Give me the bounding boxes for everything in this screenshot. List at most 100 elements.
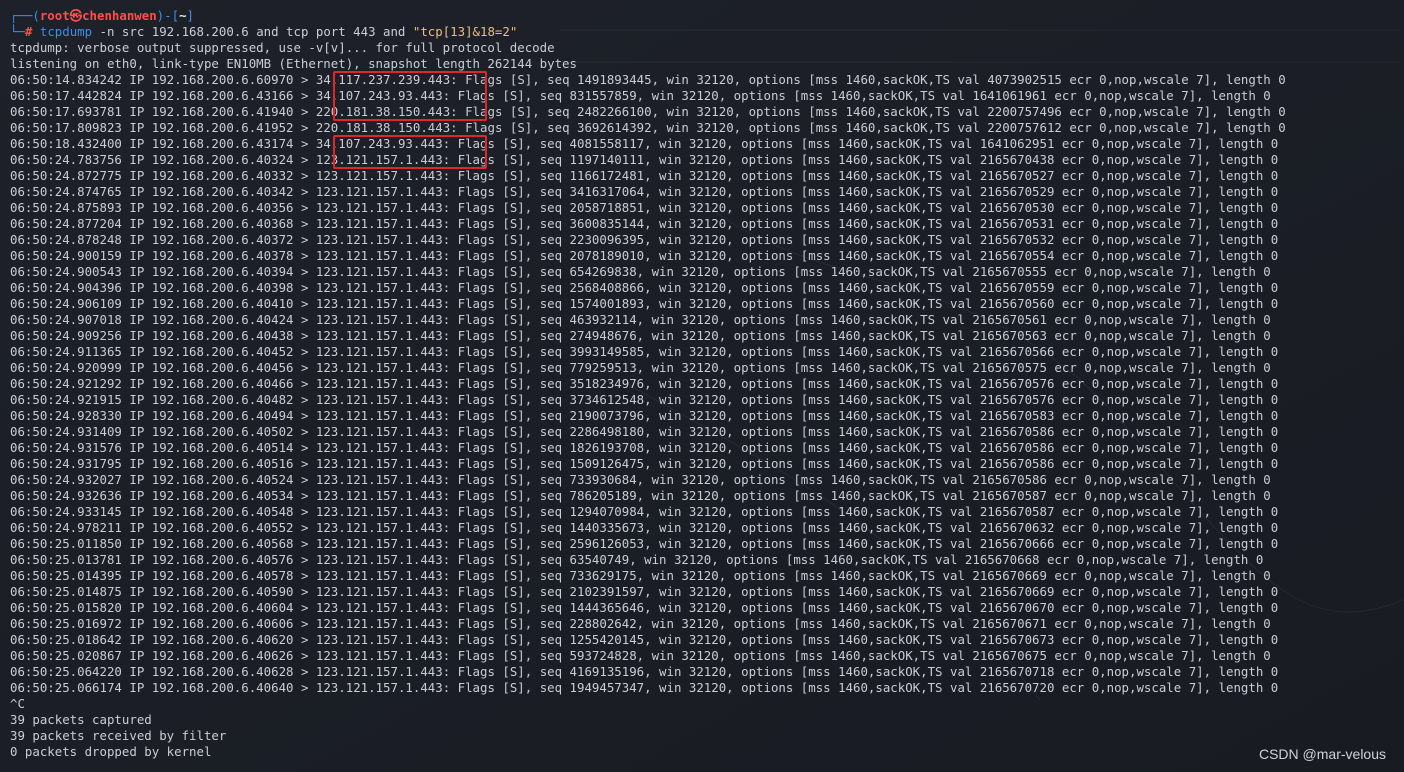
packet-dst: 123.121.157.1.443: <box>315 440 451 455</box>
packet-time: 06:50:24.933145 <box>10 504 122 519</box>
packet-src: 192.168.200.6.40332 <box>151 168 294 183</box>
packet-src: 192.168.200.6.40516 <box>151 456 294 471</box>
packet-details: Flags [S], seq 63540749, win 32120, opti… <box>450 552 1264 567</box>
packet-src: 192.168.200.6.40378 <box>151 248 294 263</box>
prompt-directory: ~ <box>179 8 187 23</box>
packet-details: Flags [S], seq 1491893445, win 32120, op… <box>457 72 1286 87</box>
packet-row: 06:50:17.809823 IP 192.168.200.6.41952 >… <box>10 120 1286 135</box>
packet-time: 06:50:24.872775 <box>10 168 122 183</box>
packet-src: 192.168.200.6.40466 <box>151 376 294 391</box>
packet-time: 06:50:24.904396 <box>10 280 122 295</box>
packet-details: Flags [S], seq 1294070984, win 32120, op… <box>450 504 1279 519</box>
packet-row: 06:50:24.931795 IP 192.168.200.6.40516 >… <box>10 456 1279 471</box>
packet-time: 06:50:24.900543 <box>10 264 122 279</box>
packet-src: 192.168.200.6.41940 <box>151 104 294 119</box>
packet-details: Flags [S], seq 2286498180, win 32120, op… <box>450 424 1279 439</box>
header-line: tcpdump: verbose output suppressed, use … <box>10 40 555 55</box>
packet-row: 06:50:24.909256 IP 192.168.200.6.40438 >… <box>10 328 1271 343</box>
packet-src: 192.168.200.6.43174 <box>151 136 294 151</box>
packet-src: 192.168.200.6.40548 <box>151 504 294 519</box>
packet-row: 06:50:24.931409 IP 192.168.200.6.40502 >… <box>10 424 1279 439</box>
packet-time: 06:50:25.020867 <box>10 648 122 663</box>
packet-details: Flags [S], seq 1949457347, win 32120, op… <box>450 680 1279 695</box>
packet-time: 06:50:24.931576 <box>10 440 122 455</box>
packet-row: 06:50:24.921292 IP 192.168.200.6.40466 >… <box>10 376 1279 391</box>
packet-row: 06:50:24.978211 IP 192.168.200.6.40552 >… <box>10 520 1279 535</box>
packet-dst: 123.121.157.1.443: <box>315 248 451 263</box>
packet-details: Flags [S], seq 831557859, win 32120, opt… <box>450 88 1271 103</box>
packet-details: Flags [S], seq 3416317064, win 32120, op… <box>450 184 1279 199</box>
tcpdump-header: tcpdump: verbose output suppressed, use … <box>10 40 1404 72</box>
packet-dst: 123.121.157.1.443: <box>315 472 451 487</box>
packet-row: 06:50:25.014875 IP 192.168.200.6.40590 >… <box>10 584 1279 599</box>
packet-time: 06:50:25.014875 <box>10 584 122 599</box>
packet-src: 192.168.200.6.40590 <box>151 584 294 599</box>
packet-dst: 123.121.157.1.443: <box>315 408 451 423</box>
packet-details: Flags [S], seq 786205189, win 32120, opt… <box>450 488 1271 503</box>
command-program: tcpdump <box>39 24 93 39</box>
packet-row: 06:50:24.906109 IP 192.168.200.6.40410 >… <box>10 296 1279 311</box>
packet-dst: 123.121.157.1.443: <box>315 648 451 663</box>
packet-dst: 123.121.157.1.443: <box>315 392 451 407</box>
packet-src: 192.168.200.6.43166 <box>151 88 294 103</box>
packet-row: 06:50:25.020867 IP 192.168.200.6.40626 >… <box>10 648 1271 663</box>
packet-src: 192.168.200.6.40356 <box>151 200 294 215</box>
packet-row: 06:50:25.018642 IP 192.168.200.6.40620 >… <box>10 632 1279 647</box>
command-line[interactable]: └─# tcpdump -n src 192.168.200.6 and tcp… <box>10 24 1404 40</box>
packet-dst: 123.121.157.1.443: <box>315 616 451 631</box>
packet-time: 06:50:24.928330 <box>10 408 122 423</box>
prompt-line: ┌──(root㉿chenhanwen)-[~] <box>10 8 1404 24</box>
packet-dst: 123.121.157.1.443: <box>315 600 451 615</box>
packet-time: 06:50:24.900159 <box>10 248 122 263</box>
packet-details: Flags [S], seq 2190073796, win 32120, op… <box>450 408 1279 423</box>
packet-details: Flags [S], seq 274948676, win 32120, opt… <box>450 328 1271 343</box>
packet-src: 192.168.200.6.40438 <box>151 328 294 343</box>
packet-src: 192.168.200.6.40640 <box>151 680 294 695</box>
summary-line: 0 packets dropped by kernel <box>10 744 212 759</box>
packet-dst: 123.121.157.1.443: <box>315 328 451 343</box>
packet-dst: 123.121.157.1.443: <box>315 280 451 295</box>
header-line: listening on eth0, link-type EN10MB (Eth… <box>10 56 577 71</box>
prompt-user-host: root㉿chenhanwen <box>39 8 157 23</box>
packet-src: 192.168.200.6.40494 <box>151 408 294 423</box>
packet-dst: 123.121.157.1.443: <box>315 536 451 551</box>
packet-dst: 123.121.157.1.443: <box>315 456 451 471</box>
highlight-box-1b <box>333 103 487 121</box>
packet-src: 192.168.200.6.40620 <box>151 632 294 647</box>
command-filter-string: "tcp[13]&18=2" <box>412 24 518 39</box>
highlight-box-2 <box>333 135 487 169</box>
packet-src: 192.168.200.6.40424 <box>151 312 294 327</box>
packet-row: 06:50:24.931576 IP 192.168.200.6.40514 >… <box>10 440 1279 455</box>
packet-time: 06:50:24.921292 <box>10 376 122 391</box>
packet-dst: 123.121.157.1.443: <box>315 360 451 375</box>
packet-row: 06:50:25.066174 IP 192.168.200.6.40640 >… <box>10 680 1279 695</box>
packet-details: Flags [S], seq 2102391597, win 32120, op… <box>450 584 1279 599</box>
packet-time: 06:50:25.015820 <box>10 600 122 615</box>
packet-dst: 123.121.157.1.443: <box>315 216 451 231</box>
packet-dst: 123.121.157.1.443: <box>315 680 451 695</box>
packet-src: 192.168.200.6.40606 <box>151 616 294 631</box>
packet-src: 192.168.200.6.40514 <box>151 440 294 455</box>
packet-dst: 123.121.157.1.443: <box>315 520 451 535</box>
packet-time: 06:50:24.920999 <box>10 360 122 375</box>
packet-row: 06:50:24.920999 IP 192.168.200.6.40456 >… <box>10 360 1271 375</box>
packet-src: 192.168.200.6.40452 <box>151 344 294 359</box>
packet-dst: 123.121.157.1.443: <box>315 168 451 183</box>
packet-src: 192.168.200.6.40626 <box>151 648 294 663</box>
packet-row: 06:50:25.014395 IP 192.168.200.6.40578 >… <box>10 568 1271 583</box>
packet-dst: 123.121.157.1.443: <box>315 232 451 247</box>
packet-details: Flags [S], seq 2078189010, win 32120, op… <box>450 248 1279 263</box>
packet-details: Flags [S], seq 733930684, win 32120, opt… <box>450 472 1271 487</box>
terminal-output: ┌──(root㉿chenhanwen)-[~] └─# tcpdump -n … <box>10 8 1404 760</box>
prompt-separator: )-[ <box>156 8 180 23</box>
prompt-close: ] <box>186 8 194 23</box>
packet-details: Flags [S], seq 3734612548, win 32120, op… <box>450 392 1279 407</box>
packet-details: Flags [S], seq 1197140111, win 32120, op… <box>450 152 1279 167</box>
packet-row: 06:50:24.878248 IP 192.168.200.6.40372 >… <box>10 232 1279 247</box>
packet-dst: 123.121.157.1.443: <box>315 264 451 279</box>
packet-time: 06:50:24.978211 <box>10 520 122 535</box>
packet-row: 06:50:25.016972 IP 192.168.200.6.40606 >… <box>10 616 1271 631</box>
packet-time: 06:50:24.878248 <box>10 232 122 247</box>
packet-time: 06:50:18.432400 <box>10 136 122 151</box>
packet-src: 192.168.200.6.40628 <box>151 664 294 679</box>
